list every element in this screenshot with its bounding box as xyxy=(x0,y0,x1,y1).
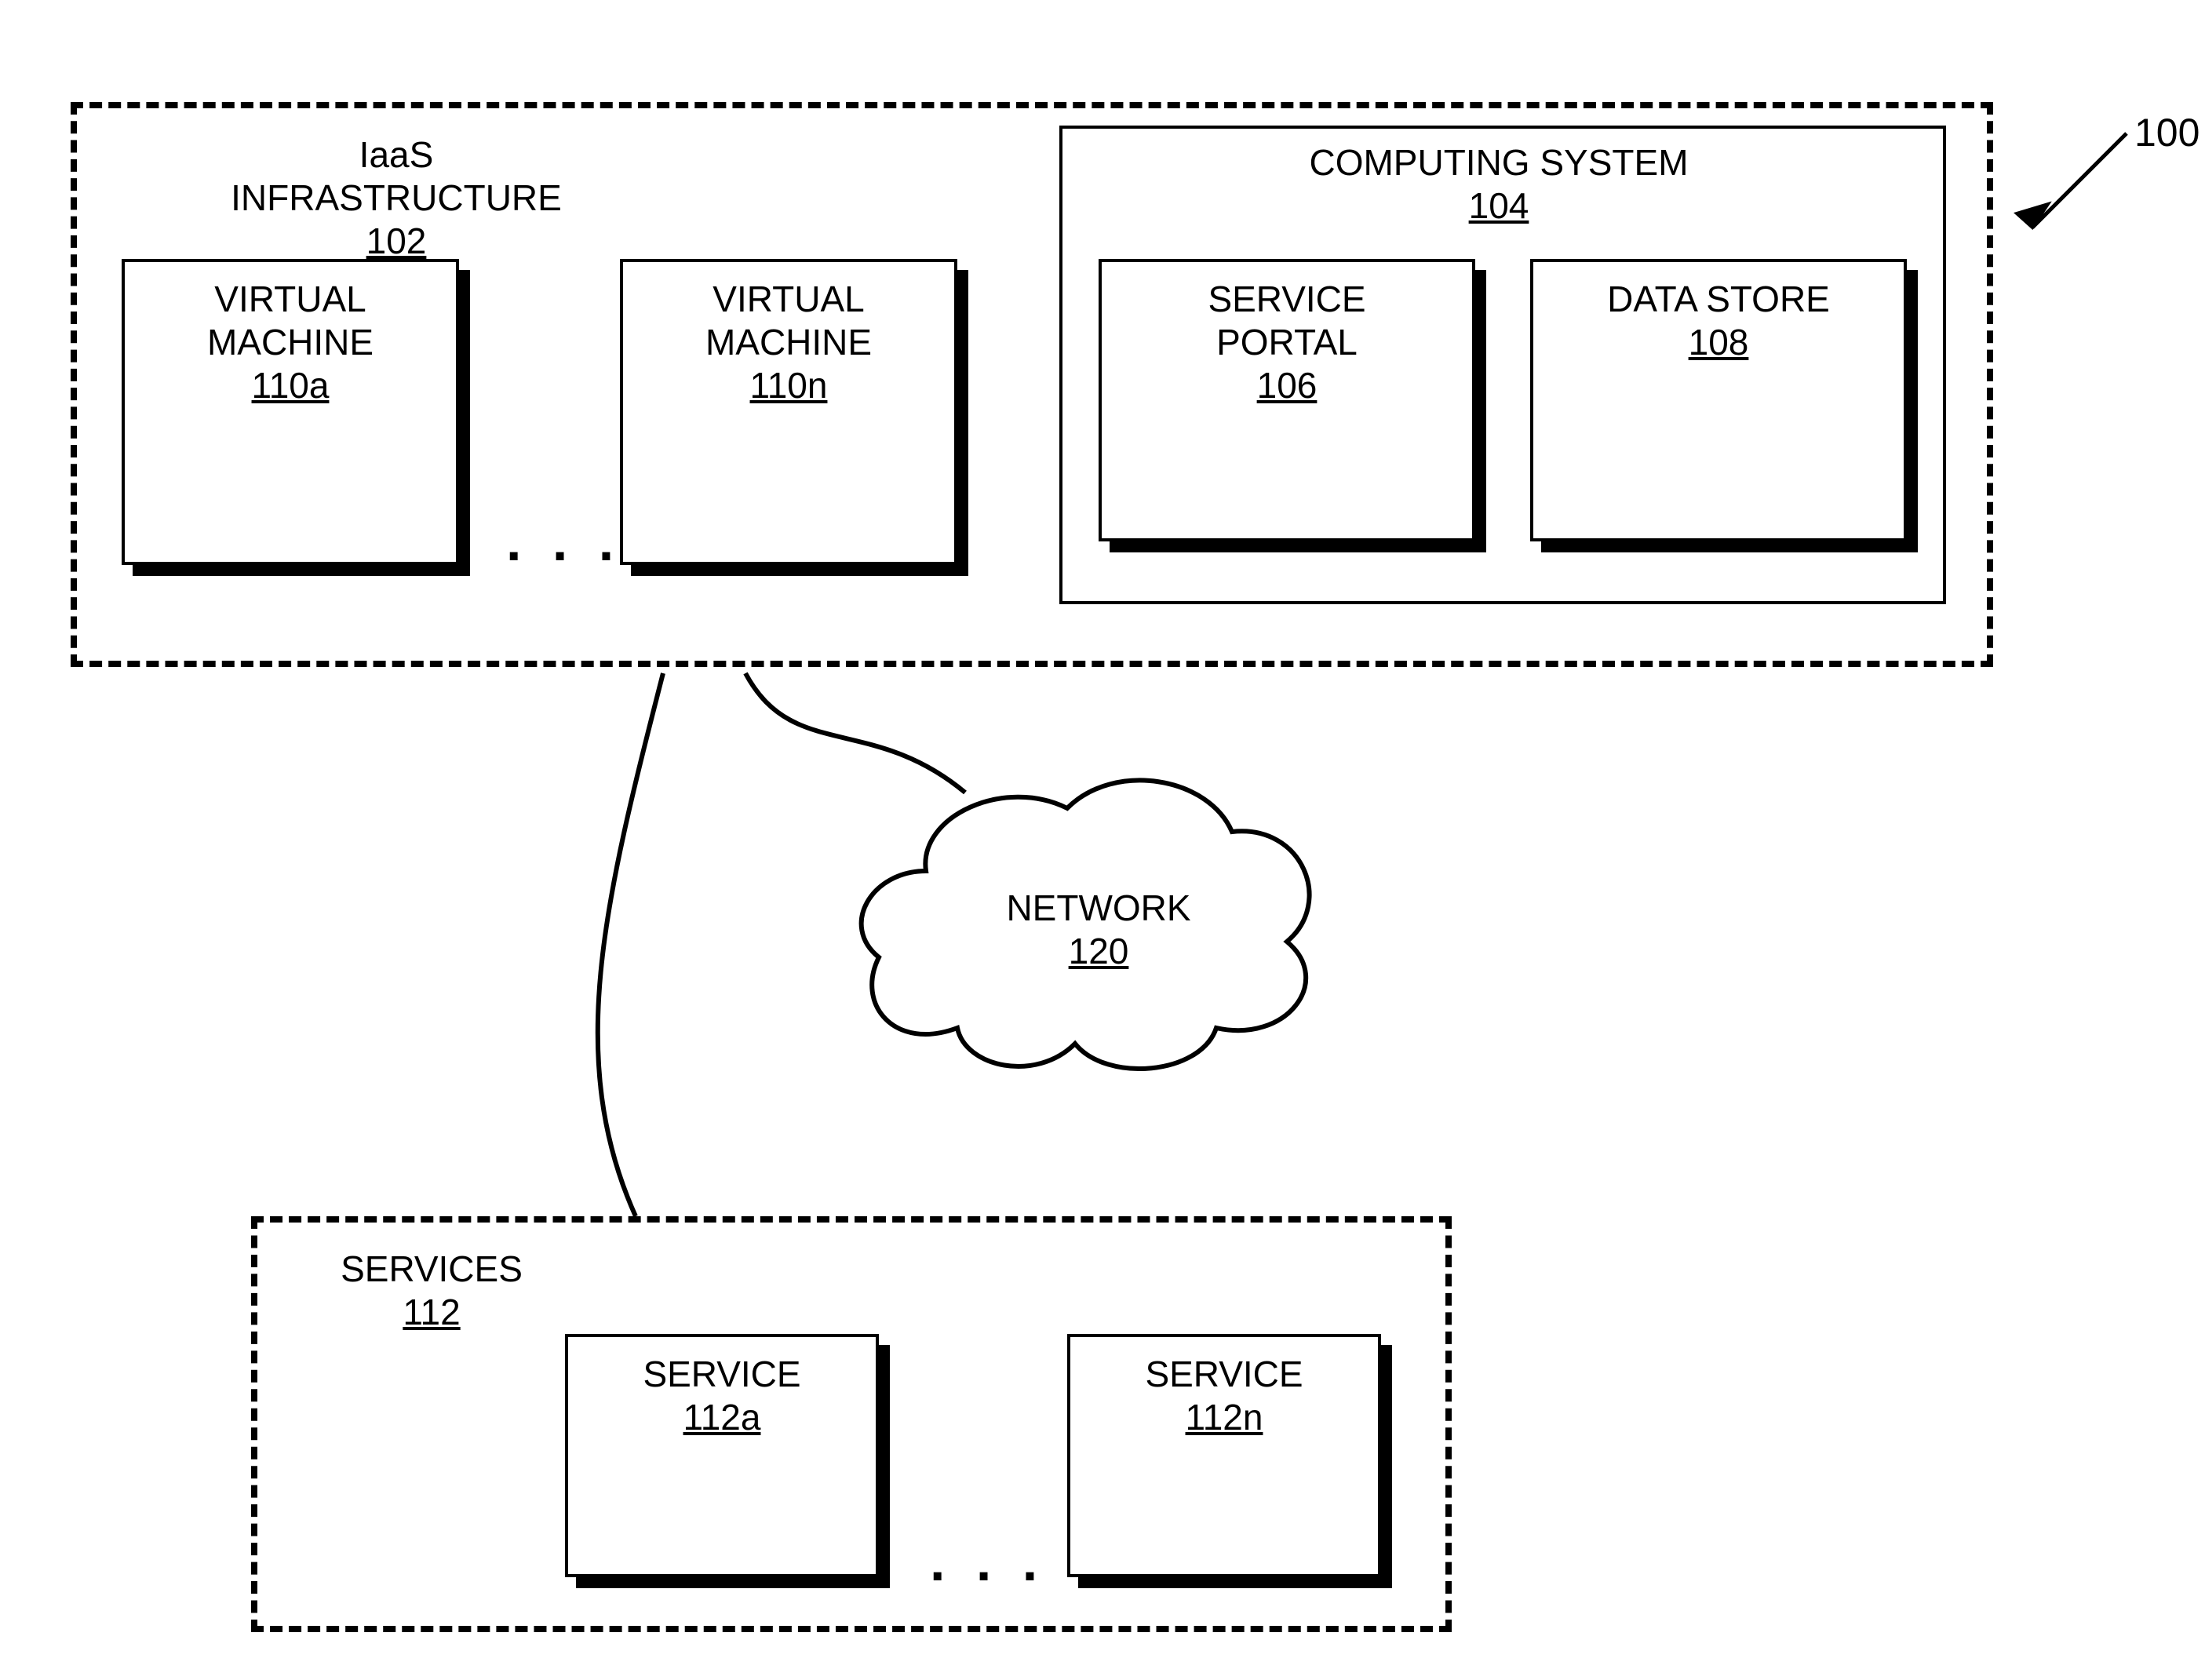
data-store-box: DATA STORE 108 xyxy=(1530,259,1907,541)
vm-n-ref: 110n xyxy=(750,364,828,406)
service-n-box: SERVICE 112n xyxy=(1067,1334,1381,1577)
service-n-title: SERVICE xyxy=(1145,1353,1303,1396)
computing-ref: 104 xyxy=(1224,184,1773,228)
services-ellipsis: . . . xyxy=(930,1530,1045,1593)
virtual-machine-a-box: VIRTUAL MACHINE 110a xyxy=(122,259,459,565)
vm-a-ref: 110a xyxy=(252,364,330,406)
services-title-block: SERVICES 112 xyxy=(314,1248,549,1334)
service-portal-title: SERVICE PORTAL xyxy=(1208,278,1365,364)
vm-a-title: VIRTUAL MACHINE xyxy=(207,278,374,364)
services-ref: 112 xyxy=(314,1291,549,1334)
network-title: NETWORK xyxy=(989,887,1208,930)
service-a-box: SERVICE 112a xyxy=(565,1334,879,1577)
computing-title: COMPUTING SYSTEM xyxy=(1224,141,1773,184)
vm-n-title: VIRTUAL MACHINE xyxy=(705,278,872,364)
data-store-title: DATA STORE xyxy=(1607,278,1830,321)
network-title-block: NETWORK 120 xyxy=(989,887,1208,973)
service-portal-ref: 106 xyxy=(1257,364,1318,406)
service-a-ref: 112a xyxy=(683,1396,761,1438)
iaas-title-block: IaaS INFRASTRUCTURE 102 xyxy=(220,133,573,264)
computing-title-block: COMPUTING SYSTEM 104 xyxy=(1224,141,1773,228)
data-store-ref: 108 xyxy=(1689,321,1749,363)
iaas-title: IaaS INFRASTRUCTURE xyxy=(220,133,573,220)
virtual-machine-n-box: VIRTUAL MACHINE 110n xyxy=(620,259,957,565)
service-a-title: SERVICE xyxy=(643,1353,800,1396)
figure-ref-100: 100 xyxy=(2134,110,2200,155)
services-title: SERVICES xyxy=(314,1248,549,1291)
vm-ellipsis: . . . xyxy=(506,510,621,573)
diagram-canvas: IaaS INFRASTRUCTURE 102 VIRTUAL MACHINE … xyxy=(0,0,2205,1680)
network-ref: 120 xyxy=(989,930,1208,973)
connector-network-services xyxy=(534,667,887,1232)
service-n-ref: 112n xyxy=(1186,1396,1263,1438)
iaas-ref: 102 xyxy=(220,220,573,263)
service-portal-box: SERVICE PORTAL 106 xyxy=(1099,259,1475,541)
callout-arrow xyxy=(1993,102,2150,243)
